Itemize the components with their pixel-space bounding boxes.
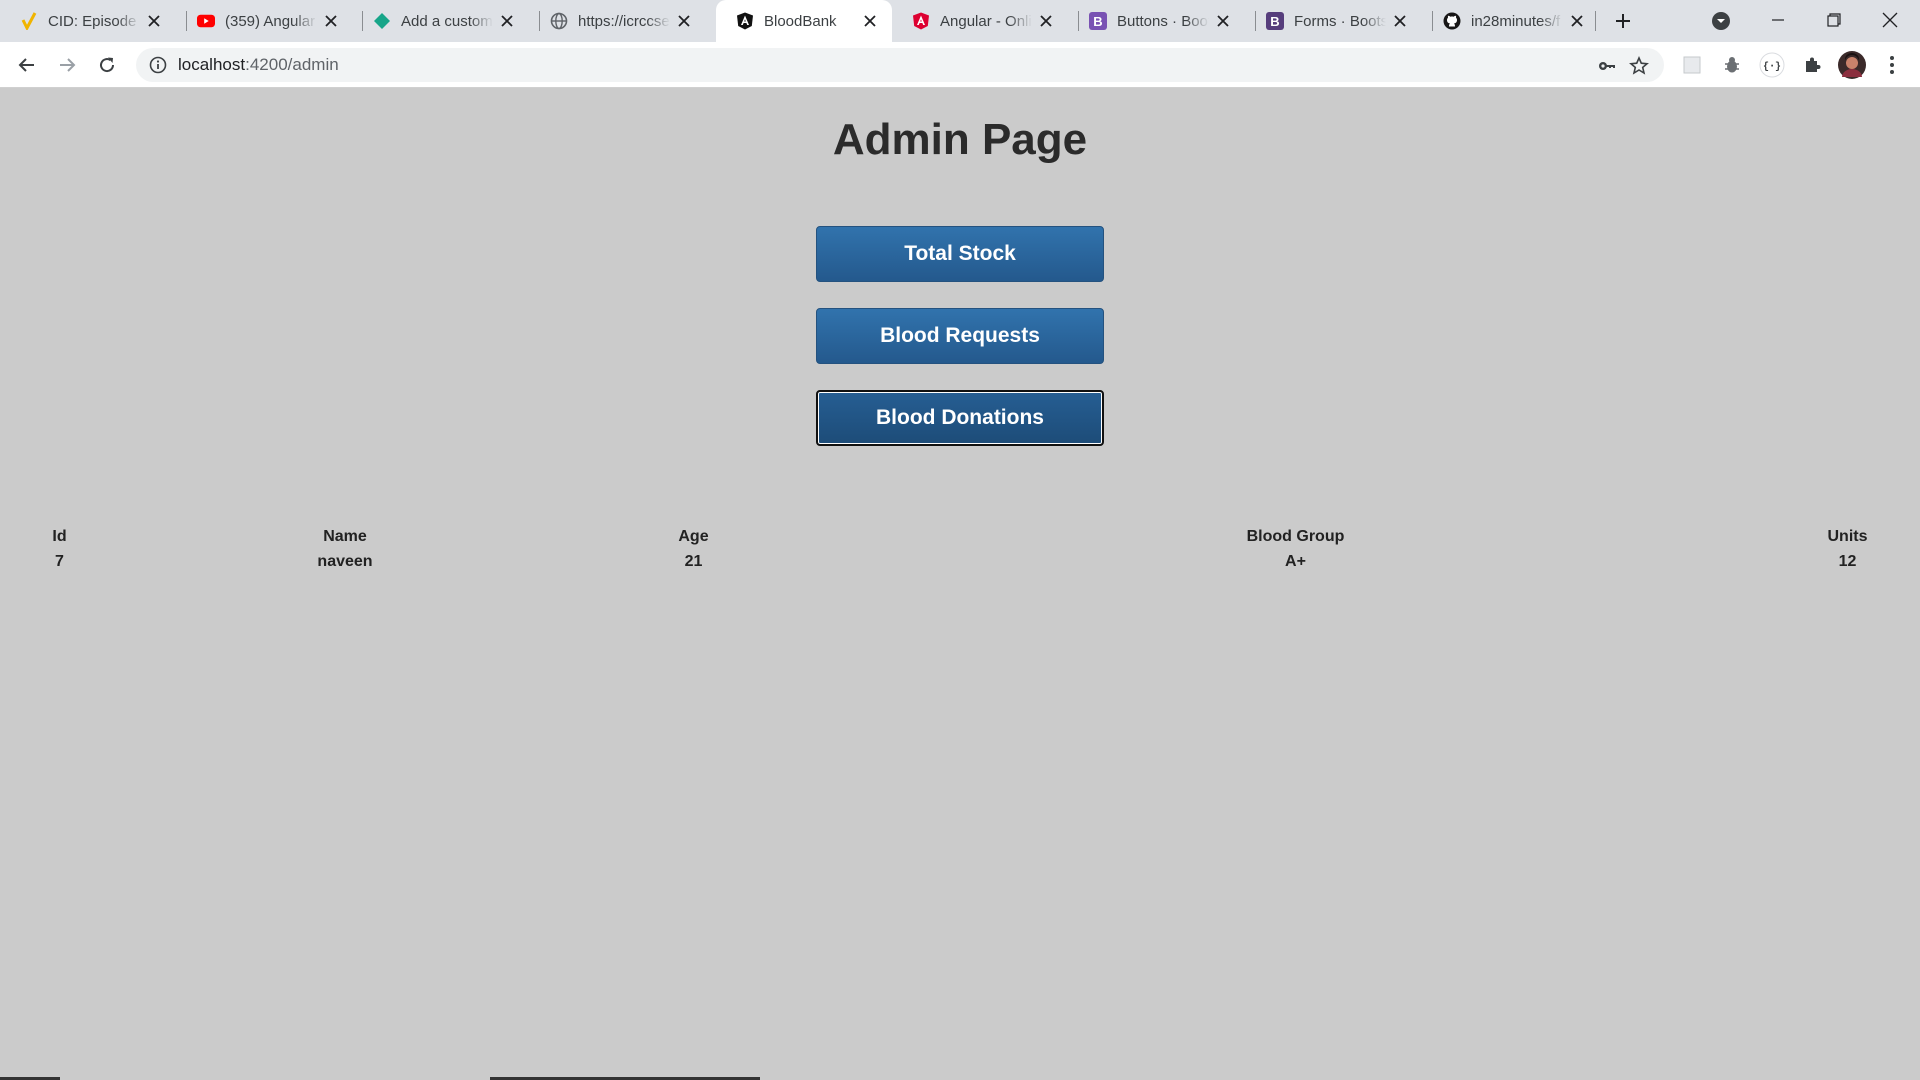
close-icon[interactable] (676, 13, 692, 29)
close-icon[interactable] (499, 13, 515, 29)
minimize-button[interactable] (1750, 0, 1806, 40)
tab-title: Buttons · Boot (1117, 12, 1209, 30)
page-content: Admin Page Total Stock Blood Requests Bl… (0, 88, 1920, 1080)
browser-toolbar: localhost:4200/admin {⋅} (0, 42, 1920, 88)
avatar[interactable] (1837, 50, 1867, 80)
column-header-id: Id (52, 527, 67, 545)
blood-requests-button[interactable]: Blood Requests (816, 308, 1104, 364)
bug-extension-icon[interactable] (1717, 50, 1747, 80)
arrow-left-icon (18, 58, 34, 72)
tab-add-custom[interactable]: Add a custom (353, 0, 529, 42)
angular-icon (736, 12, 754, 30)
address-bar[interactable]: localhost:4200/admin (136, 48, 1664, 82)
cell-units: 12 (1838, 552, 1857, 570)
tab-bootstrap-buttons[interactable]: B Buttons · Boot (1069, 0, 1245, 42)
back-button[interactable] (12, 50, 42, 80)
menu-kebab-icon[interactable] (1877, 50, 1907, 80)
tab-youtube-angular[interactable]: (359) Angular 1 (177, 0, 353, 42)
window-close-button[interactable] (1862, 0, 1918, 40)
extension-placeholder-icon[interactable] (1677, 50, 1707, 80)
info-icon[interactable] (148, 55, 168, 75)
svg-text:{⋅}: {⋅} (1763, 61, 1781, 73)
close-icon[interactable] (323, 13, 339, 29)
donations-table: Id Name Age Blood Group Units 7 naveen 2… (0, 524, 1920, 574)
column-header-blood-group: Blood Group (1246, 527, 1345, 545)
tab-title: CID: Episode 1 (48, 12, 140, 30)
tab-search-button[interactable] (1707, 7, 1735, 35)
page-title: Admin Page (832, 115, 1088, 164)
column-header-units: Units (1827, 527, 1868, 545)
globe-icon (550, 12, 568, 30)
blood-donations-button[interactable]: Blood Donations (816, 390, 1104, 446)
close-icon[interactable] (1569, 13, 1585, 29)
tab-title: Forms · Bootst (1294, 12, 1386, 30)
tab-title: in28minutes/f (1471, 12, 1561, 30)
tab-icrccse[interactable]: https://icrccse (530, 0, 706, 42)
minimize-icon (1772, 19, 1784, 21)
tab-title: https://icrccse (578, 12, 670, 30)
cell-name: naveen (317, 552, 373, 570)
bootstrap-icon: B (1089, 12, 1107, 30)
plus-icon (1616, 14, 1630, 28)
chevron-down-circle-icon (1712, 12, 1730, 30)
total-stock-button[interactable]: Total Stock (816, 226, 1104, 282)
table-row: 7 naveen 21 A+ 12 (0, 549, 1920, 574)
url-host: localhost (178, 55, 246, 74)
tab-title: (359) Angular 1 (225, 12, 317, 30)
column-header-name: Name (323, 527, 367, 545)
cell-id: 7 (55, 552, 64, 570)
close-icon[interactable] (1392, 13, 1408, 29)
restore-icon (1827, 13, 1841, 27)
column-header-age: Age (678, 527, 709, 545)
tab-bloodbank[interactable]: BloodBank (716, 0, 892, 42)
bootstrap-icon: B (1266, 12, 1284, 30)
close-icon[interactable] (1215, 13, 1231, 29)
check-logo-icon (20, 12, 38, 30)
close-icon[interactable] (1038, 13, 1054, 29)
tab-title: BloodBank (764, 12, 837, 30)
close-icon (1882, 12, 1898, 28)
json-extension-icon[interactable]: {⋅} (1757, 50, 1787, 80)
url-path: :4200/admin (245, 55, 339, 74)
close-icon[interactable] (146, 13, 162, 29)
arrow-right-icon (60, 58, 76, 72)
tab-bootstrap-forms[interactable]: B Forms · Bootst (1246, 0, 1422, 42)
tab-separator (1595, 11, 1596, 31)
tab-github-in28minutes[interactable]: in28minutes/f (1423, 0, 1599, 42)
bookmark-star-icon[interactable] (1626, 53, 1652, 79)
tab-angular-online[interactable]: Angular - Onli (892, 0, 1068, 42)
tab-cid-episode[interactable]: CID: Episode 1 (0, 0, 176, 42)
tab-strip: CID: Episode 1 (359) Angular 1 Add a cus… (0, 0, 1920, 42)
table-header-row: Id Name Age Blood Group Units (0, 524, 1920, 549)
diamond-icon (373, 12, 391, 30)
restore-button[interactable] (1806, 0, 1862, 40)
reload-icon (100, 57, 115, 73)
puzzle-icon[interactable] (1797, 50, 1827, 80)
youtube-icon (197, 12, 215, 30)
url-text[interactable]: localhost:4200/admin (178, 55, 339, 75)
reload-button[interactable] (92, 50, 122, 80)
key-icon[interactable] (1594, 53, 1620, 79)
svg-text:B: B (1093, 14, 1102, 29)
cell-blood-group: A+ (1285, 552, 1306, 570)
close-icon[interactable] (862, 13, 878, 29)
angular-red-icon (912, 12, 930, 30)
svg-text:B: B (1270, 14, 1279, 29)
new-tab-button[interactable] (1609, 7, 1637, 35)
tab-title: Add a custom (401, 12, 493, 30)
tab-title: Angular - Onli (940, 12, 1032, 30)
cell-age: 21 (684, 552, 703, 570)
forward-button[interactable] (52, 50, 82, 80)
github-icon (1443, 12, 1461, 30)
